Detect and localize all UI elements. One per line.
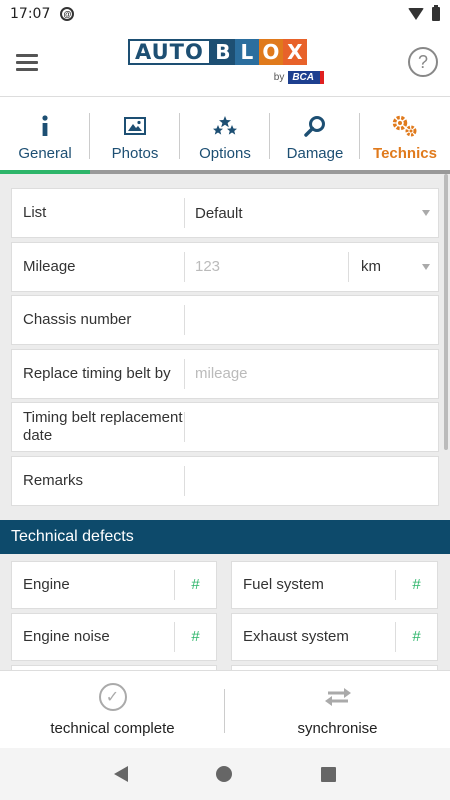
chassis-row: Chassis number xyxy=(11,295,439,345)
logo-by-text: by xyxy=(273,72,285,83)
notification-icon: @ xyxy=(60,7,75,21)
tab-options-label: Options xyxy=(199,145,251,162)
defect-label: Fuel system xyxy=(243,576,324,593)
dropdown-caret-icon xyxy=(422,210,430,216)
status-bar: 17:07 @ xyxy=(0,0,450,28)
timing-belt-label: Replace timing belt by xyxy=(23,364,171,382)
timing-belt-row: Replace timing belt by mileage xyxy=(11,348,439,399)
wifi-icon xyxy=(408,8,424,20)
logo-byline: by BCA xyxy=(274,71,324,84)
defect-label: Exhaust system xyxy=(243,628,349,645)
defect-exhaust-system[interactable]: Exhaust system # xyxy=(231,612,438,661)
gears-icon xyxy=(391,113,419,139)
tab-technics[interactable]: Technics xyxy=(360,97,450,174)
mileage-input[interactable]: 123 xyxy=(184,251,348,282)
status-time: 17:07 xyxy=(10,6,51,22)
list-row: List Default xyxy=(11,188,439,238)
defect-label: Engine noise xyxy=(23,628,110,645)
technical-complete-label: technical complete xyxy=(50,720,175,737)
stars-icon xyxy=(212,113,238,139)
tab-bar: General Photos Options Damage Technics xyxy=(0,96,450,174)
tab-general-label: General xyxy=(18,145,72,162)
bca-logo: BCA xyxy=(288,71,324,84)
defect-count-badge[interactable]: # xyxy=(174,569,216,600)
tab-general[interactable]: General xyxy=(0,97,90,174)
photo-icon xyxy=(124,113,146,139)
logo-letter-l: L xyxy=(234,39,259,65)
search-icon xyxy=(304,113,326,139)
logo-letter-b: B xyxy=(210,39,235,65)
defect-engine-noise[interactable]: Engine noise # xyxy=(11,612,217,661)
scrollbar[interactable] xyxy=(444,174,448,450)
recent-apps-icon[interactable] xyxy=(320,766,336,782)
chassis-label: Chassis number xyxy=(23,311,132,328)
menu-icon[interactable] xyxy=(16,53,38,71)
defects-grid: Engine # Fuel system # Engine noise # Ex… xyxy=(0,554,450,670)
remarks-input[interactable] xyxy=(184,465,438,496)
tab-options[interactable]: Options xyxy=(180,97,270,174)
defect-count-badge[interactable]: # xyxy=(174,621,216,652)
mileage-row: Mileage 123 km xyxy=(11,241,439,292)
synchronise-label: synchronise xyxy=(297,720,378,737)
list-label: List xyxy=(23,204,47,221)
tab-technics-label: Technics xyxy=(373,145,437,162)
logo-auto-text: AUTO xyxy=(128,39,211,65)
tab-damage-label: Damage xyxy=(286,145,344,162)
timing-date-input[interactable] xyxy=(184,412,438,442)
defect-label: Engine xyxy=(23,576,70,593)
tab-photos-label: Photos xyxy=(111,145,159,162)
app-header: AUTO B L O X by BCA ? xyxy=(0,28,450,96)
list-select[interactable]: Default xyxy=(184,198,438,228)
technics-form: List Default Mileage 123 km Chassis numb… xyxy=(0,174,450,506)
remarks-label: Remarks xyxy=(23,471,84,489)
logo-letter-o: O xyxy=(258,39,283,65)
dropdown-caret-icon xyxy=(422,263,430,270)
battery-icon xyxy=(432,5,440,21)
logo-letter-x: X xyxy=(282,39,307,65)
tab-damage[interactable]: Damage xyxy=(270,97,360,174)
sync-arrows-icon xyxy=(324,682,352,712)
defect-engine[interactable]: Engine # xyxy=(11,560,217,609)
chassis-input[interactable] xyxy=(184,305,438,335)
defect-fuel-system[interactable]: Fuel system # xyxy=(231,560,438,609)
check-circle-icon: ✓ xyxy=(98,683,127,711)
timing-date-row: Timing belt replacement date xyxy=(11,402,439,452)
defect-count-badge[interactable]: # xyxy=(395,621,437,652)
mileage-unit-select[interactable]: km xyxy=(348,251,438,282)
technical-defects-header: Technical defects xyxy=(0,519,450,554)
technical-complete-button[interactable]: ✓ technical complete xyxy=(0,671,225,748)
timing-belt-input[interactable]: mileage xyxy=(184,358,438,389)
mileage-label: Mileage xyxy=(23,257,76,275)
remarks-row: Remarks xyxy=(11,455,439,506)
synchronise-button[interactable]: synchronise xyxy=(225,671,450,748)
bottom-action-bar: ✓ technical complete synchronise xyxy=(0,670,450,748)
info-icon xyxy=(40,113,50,139)
tab-photos[interactable]: Photos xyxy=(90,97,180,174)
home-icon[interactable] xyxy=(216,766,233,782)
autoblox-logo: AUTO B L O X by BCA xyxy=(128,39,324,89)
defect-count-badge[interactable]: # xyxy=(395,569,437,600)
technics-content: List Default Mileage 123 km Chassis numb… xyxy=(0,174,450,670)
back-icon[interactable] xyxy=(114,766,129,782)
timing-date-label: Timing belt replacement date xyxy=(23,409,183,444)
help-icon[interactable]: ? xyxy=(408,47,438,77)
system-nav-bar xyxy=(0,748,450,800)
